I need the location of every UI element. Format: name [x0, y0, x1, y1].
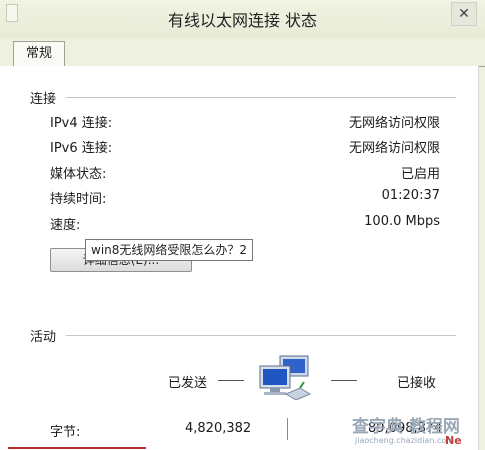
- watermark: 查字典 教程网 jiaocheng.chazidian.com Ne: [352, 412, 477, 450]
- speed-value: 100.0 Mbps: [364, 214, 440, 229]
- row-ipv4: IPv4 连接: 无网络访问权限: [50, 112, 440, 132]
- close-icon: ✕: [458, 6, 470, 22]
- media-state-value: 已启用: [400, 167, 440, 182]
- general-panel: 连接 IPv4 连接: 无网络访问权限 IPv6 连接: 无网络访问权限 媒体状…: [0, 66, 479, 450]
- row-media-state: 媒体状态: 已启用: [50, 163, 440, 183]
- ipv4-value: 无网络访问权限: [348, 116, 440, 131]
- close-button[interactable]: ✕: [451, 2, 477, 26]
- received-label: 已接收: [397, 376, 437, 391]
- row-speed: 速度: 100.0 Mbps: [50, 214, 440, 234]
- title-bar: 有线以太网连接 状态 ✕: [0, 0, 485, 38]
- speed-label: 速度:: [50, 218, 81, 233]
- duration-value: 01:20:37: [381, 188, 440, 203]
- connection-divider: [66, 97, 456, 98]
- sent-label: 已发送: [168, 376, 208, 391]
- bytes-label: 字节:: [50, 425, 81, 440]
- connection-section-title: 连接: [30, 92, 57, 107]
- duration-label: 持续时间:: [50, 192, 107, 207]
- window-title: 有线以太网连接 状态: [167, 11, 318, 30]
- ipv4-label: IPv4 连接:: [50, 116, 113, 131]
- network-computers-icon: [259, 355, 312, 400]
- tab-strip: 常规: [0, 38, 485, 67]
- row-ipv6: IPv6 连接: 无网络访问权限: [50, 137, 440, 157]
- bytes-sent-value: 4,820,382: [185, 421, 252, 436]
- tooltip: win8无线网络受限怎么办？2: [85, 239, 254, 261]
- watermark-red: Ne: [445, 434, 462, 447]
- ipv6-value: 无网络访问权限: [348, 141, 440, 156]
- watermark-main: 查字典 教程网: [352, 417, 460, 437]
- media-state-label: 媒体状态:: [50, 167, 107, 182]
- row-duration: 持续时间: 01:20:37: [50, 188, 440, 208]
- activity-divider: [66, 335, 456, 336]
- bytes-separator: [287, 418, 288, 440]
- sent-dash: [218, 380, 244, 381]
- received-dash: [331, 380, 357, 381]
- tab-general[interactable]: 常规: [13, 41, 65, 67]
- activity-section-title: 活动: [30, 330, 57, 345]
- red-underline: [8, 447, 146, 449]
- watermark-sub: jiaocheng.chazidian.com: [355, 436, 455, 445]
- ipv6-label: IPv6 连接:: [50, 141, 113, 156]
